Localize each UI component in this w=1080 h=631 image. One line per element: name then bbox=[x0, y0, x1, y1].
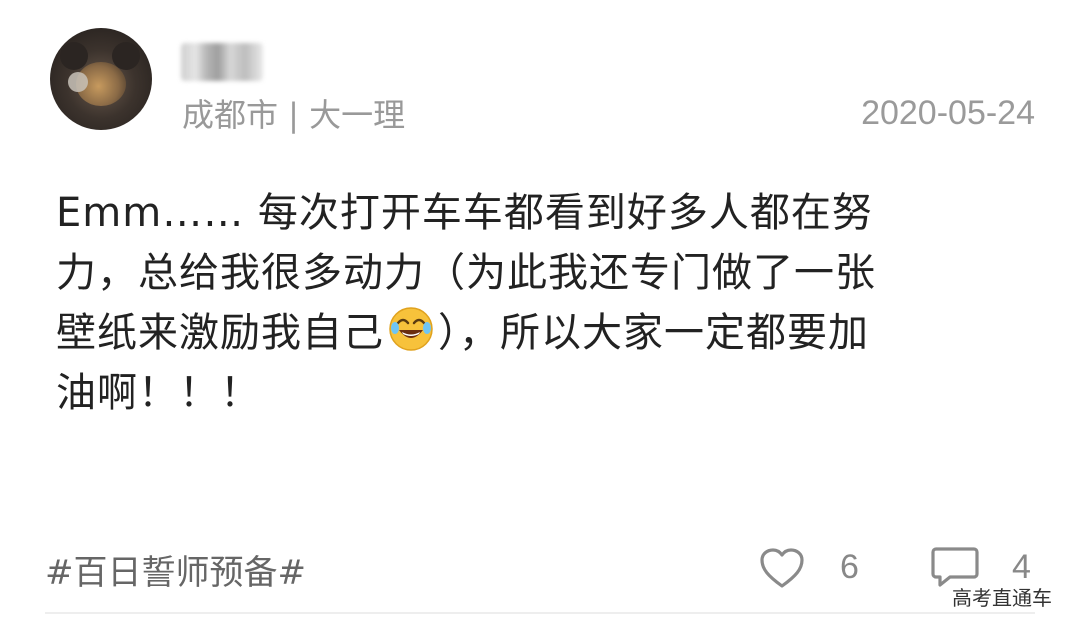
like-count: 6 bbox=[840, 548, 859, 586]
avatar-ear-left bbox=[60, 42, 88, 70]
divider bbox=[45, 612, 1035, 614]
face-with-tears-of-joy-icon bbox=[389, 307, 433, 351]
topic-hashtag[interactable]: #百日誓师预备# bbox=[45, 545, 306, 594]
watermark: 高考直通车 bbox=[950, 582, 1054, 611]
post-content: Emm…… 每次打开车车都看到好多人都在努 力，总给我很多动力（为此我还专门做了… bbox=[56, 183, 1031, 423]
post-date: 2020-05-24 bbox=[861, 94, 1035, 132]
user-school-info: 成都市 | 大一理 bbox=[182, 96, 406, 134]
avatar[interactable] bbox=[50, 28, 152, 130]
content-line-4: 油啊！！！ bbox=[56, 370, 261, 416]
content-line-3: 壁纸来激励我自己 ），所以大家一定都要加 bbox=[56, 303, 1031, 363]
heart-outline-icon bbox=[760, 548, 804, 588]
content-line-3-end: ），所以大家一定都要加 bbox=[438, 310, 869, 356]
username-redacted[interactable] bbox=[181, 43, 263, 81]
like-button[interactable] bbox=[758, 546, 806, 590]
content-line-2: 力，总给我很多动力（为此我还专门做了一张 bbox=[56, 250, 876, 296]
content-line-1: Emm…… 每次打开车车都看到好多人都在努 bbox=[56, 190, 873, 236]
avatar-detail bbox=[68, 72, 88, 92]
content-line-3-start: 壁纸来激励我自己 bbox=[56, 310, 384, 356]
